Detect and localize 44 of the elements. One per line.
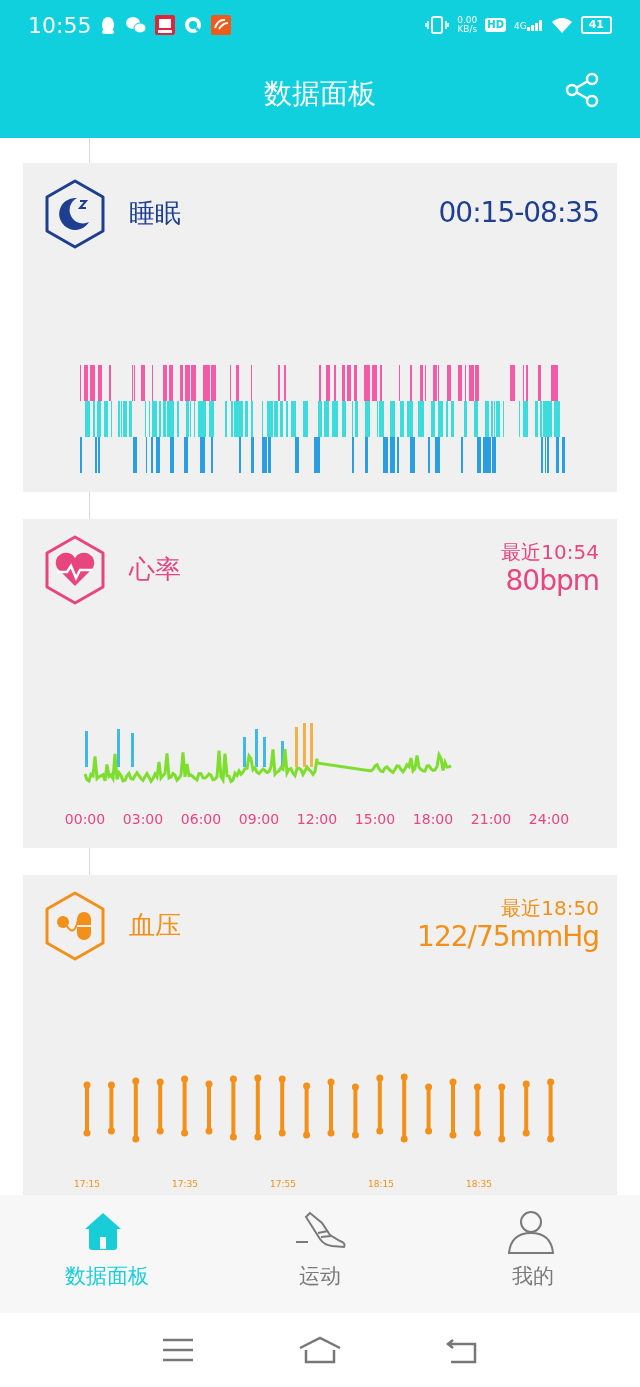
home-icon[interactable] (298, 1336, 342, 1364)
card-title: 血压 (129, 912, 181, 938)
time-axis-label: 18:00 (412, 811, 454, 827)
time-axis-label: 03:00 (122, 811, 164, 827)
time-axis-label: 06:00 (180, 811, 222, 827)
card-title: 心率 (129, 556, 181, 582)
time-axis-label: 24:00 (528, 811, 570, 827)
network-speed: 0.00 (457, 16, 478, 25)
time-axis-label: 17:55 (270, 1179, 296, 1189)
hd-badge: HD (485, 18, 506, 32)
app-icon (155, 15, 176, 35)
app-icon (183, 15, 204, 35)
back-icon[interactable] (444, 1336, 479, 1364)
card-title: 睡眠 (129, 200, 181, 226)
reading-value: 00:15-08:35 (438, 196, 599, 230)
sleep-icon (43, 178, 107, 250)
time-axis-label: 15:00 (354, 811, 396, 827)
battery-indicator: 41 (580, 16, 612, 34)
signal-icon (526, 19, 543, 31)
time-axis-label: 00:00 (64, 811, 106, 827)
time-axis-label: 18:15 (368, 1179, 394, 1189)
reading-value: 80bpm (505, 564, 599, 598)
time-axis-label: 17:15 (74, 1179, 100, 1189)
clock-time: 10:55 (28, 11, 92, 40)
vibrate-icon (425, 15, 450, 35)
chat-icon (125, 15, 148, 35)
time-axis-label: 12:00 (296, 811, 338, 827)
app-icon (211, 15, 232, 35)
last-measured: 最近18:50 (501, 896, 599, 920)
last-measured: 最近10:54 (501, 540, 599, 564)
network-type: 4G (514, 22, 527, 31)
heart-rate-icon (43, 534, 107, 606)
time-axis-label: 09:00 (238, 811, 280, 827)
time-axis-label: 18:35 (466, 1179, 492, 1189)
speed-unit: KB/s (457, 25, 478, 34)
reading-value: 122/75mmHg (417, 920, 599, 954)
time-axis-label: 21:00 (470, 811, 512, 827)
time-axis-label: 17:35 (172, 1179, 198, 1189)
tab-bar-item[interactable]: 运动 (213, 1195, 427, 1313)
blood-pressure-icon (43, 890, 107, 962)
wifi-icon (550, 16, 573, 34)
tab-bar-item[interactable]: 我的 (426, 1195, 640, 1313)
screen-title: 数据面板 (264, 76, 376, 112)
menu-icon[interactable] (161, 1337, 196, 1363)
